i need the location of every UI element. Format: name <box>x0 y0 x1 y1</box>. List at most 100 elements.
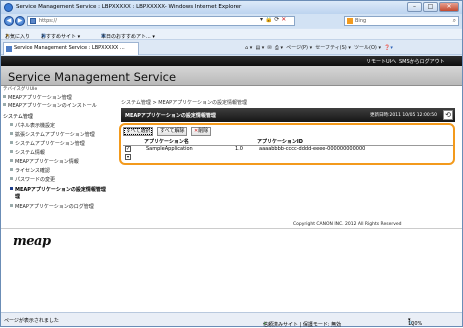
address-actions: ▾ 🔒 ⟳ ✕ <box>260 16 286 23</box>
sidebar-item-log[interactable]: MEAPアプリケーションのログ管理 <box>10 203 94 210</box>
app-title: Service Management Service <box>8 70 177 84</box>
refresh-icon[interactable]: ⟳ <box>274 16 279 23</box>
delete-button[interactable]: ✕削除 <box>191 127 212 136</box>
refresh-icon[interactable]: ⟲ <box>443 110 453 120</box>
stop-icon[interactable]: ✕ <box>281 16 286 23</box>
bullet-icon <box>10 187 13 190</box>
print-icon[interactable]: ⎙ ▾ <box>275 45 283 51</box>
title-bar: Service Management Service : LBPXXXXX : … <box>1 1 462 14</box>
sidebar-item-label: システム情報 <box>15 150 45 156</box>
favorites-bar: ★ お気に入り ▣ おすすめサイト ▾ ▣ 本日のおすすめアト... ▾ <box>1 29 462 40</box>
sidebar-item-label: システムアプリケーション管理 <box>15 141 85 147</box>
search-icon[interactable]: ⌕ <box>453 17 456 25</box>
logo-text: meap <box>13 234 51 249</box>
app-name-cell: SampleApplication <box>146 146 193 152</box>
lock-icon[interactable]: 🔒 <box>265 16 272 23</box>
tab-label: Service Management Service : LBPXXXXX ..… <box>14 45 125 51</box>
user-label: テバイスグリUIe <box>3 87 38 92</box>
bullet-icon <box>10 123 13 126</box>
bullet-icon <box>10 204 13 207</box>
sidebar-section-system: システム管理 <box>3 114 33 120</box>
safety-menu[interactable]: セーフティ(S) ▾ <box>315 45 351 51</box>
row-checkbox[interactable]: ✓ <box>125 146 131 152</box>
remote-ui-link[interactable]: リモートUIへ <box>366 58 396 65</box>
bullet-icon <box>3 95 6 98</box>
logout-link[interactable]: SMSからログアウト <box>399 58 445 65</box>
sidebar-item-meap-info[interactable]: MEAPアプリケーション情報 <box>10 158 79 165</box>
bullet-icon <box>3 103 6 106</box>
bing-icon <box>347 18 353 24</box>
favorites-label: お気に入り <box>5 34 31 40</box>
bullet-icon <box>10 168 13 171</box>
col-header-name: アプリケーション名 <box>144 139 189 145</box>
url-text: https:// <box>39 18 57 24</box>
bullet-icon <box>10 132 13 135</box>
zoom-label: 100% <box>408 321 423 327</box>
sidebar-item-label: MEAPアプリケーション管理 <box>8 95 72 101</box>
sidebar-item-meap-mgmt[interactable]: MEAPアプリケーション管理 <box>3 94 72 101</box>
address-bar: ◀ ▶ https:// ▾ 🔒 ⟳ ✕ Bing ⌕ <box>1 14 462 28</box>
web-page: リモートUIへ SMSからログアウト Service Management Se… <box>1 56 462 312</box>
sidebar-item-system-app[interactable]: システムアプリケーション管理 <box>10 140 85 147</box>
browser-window: Service Management Service : LBPXXXXX : … <box>0 0 463 328</box>
window-title: Service Management Service : LBPXXXXX : … <box>16 4 242 10</box>
copyright: Copyright CANON INC. 2012 All Rights Res… <box>293 222 402 227</box>
zoom-control[interactable]: 🔍 100% ▾ <box>408 317 422 327</box>
sidebar-item-label: ライセンス確認 <box>15 168 50 174</box>
forward-icon[interactable]: ▶ <box>15 16 25 26</box>
tab-sms[interactable]: Service Management Service : LBPXXXXX ..… <box>3 42 139 55</box>
feeds-icon[interactable]: ▤ ▾ <box>255 45 264 51</box>
bullet-icon <box>10 159 13 162</box>
suggested-label: おすすめサイト ▾ <box>41 34 81 40</box>
maximize-button[interactable]: □ <box>423 2 438 12</box>
sidebar-item-ext-system[interactable]: 拡張システムアプリケーション管理 <box>10 131 95 138</box>
app-header: Service Management Service <box>1 66 462 86</box>
help-icon[interactable]: ❓▾ <box>384 45 393 51</box>
sidebar-item-license[interactable]: ライセンス確認 <box>10 167 50 174</box>
sidebar-item-meap-install[interactable]: MEAPアプリケーションのインストール <box>3 102 97 109</box>
minimize-button[interactable]: – <box>407 2 422 12</box>
meap-logo: meap <box>13 234 51 249</box>
home-icon[interactable]: ⌂ ▾ <box>245 45 252 51</box>
sidebar-item-label: 拡張システムアプリケーション管理 <box>15 132 95 138</box>
col-header-id: アプリケーションID <box>257 139 303 145</box>
bullet-icon <box>10 141 13 144</box>
command-bar: ⌂ ▾ ▤ ▾ ✉ ⎙ ▾ ページ(P) ▾ セーフティ(S) ▾ ツール(O)… <box>245 44 393 51</box>
breadcrumb: システム管理 > MEAPアプリケーションの設定情報管理 <box>121 100 248 106</box>
app-id-cell: aaaabbbb-cccc-dddd-eeee-000000000000 <box>259 146 366 152</box>
updated-timestamp: 更新日時:2011 10/05 12:00:50 <box>370 113 438 118</box>
sidebar-item-settings-info-wrap[interactable]: 理 <box>15 193 20 200</box>
sidebar-item-label: MEAPアプリケーションのインストール <box>8 103 97 109</box>
status-bar: ページが表示されました ✔ 信頼済みサイト | 保護モード: 無効 🔍 100% … <box>1 312 462 328</box>
sidebar-item-panel[interactable]: パネル表示機設定 <box>10 122 55 129</box>
close-button[interactable]: ✕ <box>439 2 459 12</box>
sidebar-item-settings-info[interactable]: MEAPアプリケーションの設定情報管理 <box>10 186 106 193</box>
url-input[interactable]: https:// <box>27 16 295 26</box>
footer-divider <box>1 228 462 229</box>
ie-logo-icon <box>4 3 13 12</box>
page-icon <box>30 18 36 24</box>
delete-label: 削除 <box>198 128 209 134</box>
dropdown-icon[interactable]: ▾ <box>260 16 263 23</box>
page-menu[interactable]: ページ(P) ▾ <box>286 45 312 51</box>
app-version-cell: 1.0 <box>235 146 243 152</box>
clear-all-button[interactable]: すべて解除 <box>157 127 188 136</box>
tab-page-icon <box>6 46 12 52</box>
tab-bar: Service Management Service : LBPXXXXX ..… <box>1 40 462 55</box>
sidebar-item-label: MEAPアプリケーション情報 <box>15 159 79 165</box>
page-title-bar: MEAPアプリケーションの設定情報管理 更新日時:2011 10/05 12:0… <box>121 108 455 122</box>
sidebar-item-password[interactable]: パスワードの変更 <box>10 176 55 183</box>
collapse-icon[interactable]: ▾ <box>125 154 131 160</box>
back-icon[interactable]: ◀ <box>4 16 14 26</box>
search-input[interactable]: Bing ⌕ <box>344 16 459 26</box>
tools-menu[interactable]: ツール(O) ▾ <box>354 45 381 51</box>
search-placeholder: Bing <box>355 18 367 24</box>
select-all-button[interactable]: すべて選択 <box>123 127 154 136</box>
sidebar-item-label: MEAPアプリケーションの設定情報管理 <box>15 187 106 193</box>
sidebar: MEAPアプリケーション管理 MEAPアプリケーションのインストール システム管… <box>1 93 114 248</box>
mail-icon[interactable]: ✉ <box>267 45 271 51</box>
sidebar-item-system-info[interactable]: システム情報 <box>10 149 45 156</box>
bullet-icon <box>10 150 13 153</box>
sidebar-item-label: パネル表示機設定 <box>15 123 56 129</box>
top-link-bar: リモートUIへ SMSからログアウト <box>1 56 462 66</box>
